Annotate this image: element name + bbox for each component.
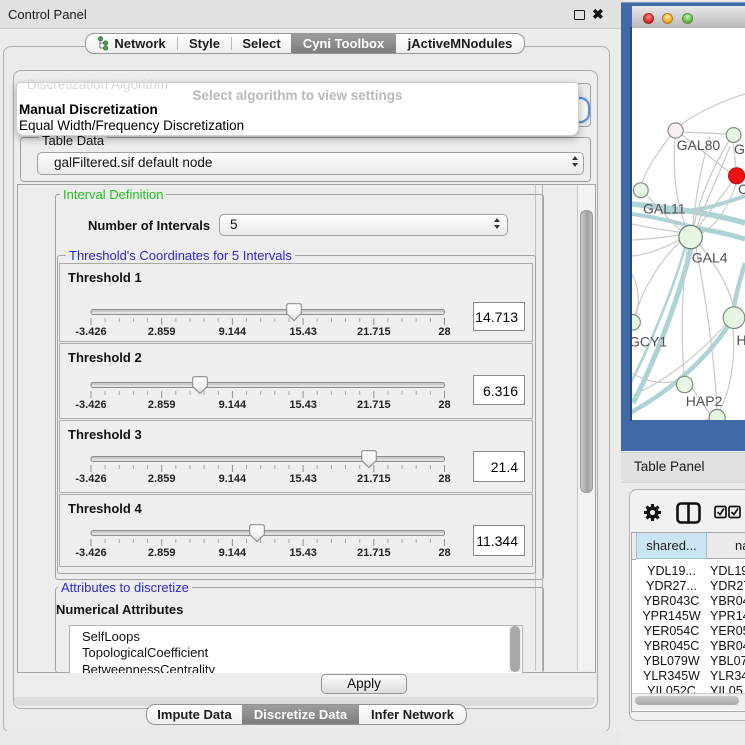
- svg-text:21.715: 21.715: [357, 326, 391, 338]
- svg-text:C: C: [738, 181, 745, 197]
- svg-text:-3.426: -3.426: [75, 547, 106, 559]
- svg-text:28: 28: [438, 473, 450, 485]
- svg-text:9.144: 9.144: [219, 399, 247, 411]
- svg-text:H: H: [737, 332, 745, 348]
- svg-text:28: 28: [438, 326, 450, 338]
- svg-text:2.859: 2.859: [148, 326, 176, 338]
- svg-text:2.859: 2.859: [148, 547, 176, 559]
- svg-text:2.859: 2.859: [148, 399, 176, 411]
- svg-text:9.144: 9.144: [219, 473, 247, 485]
- svg-text:15.43: 15.43: [289, 399, 317, 411]
- svg-text:9.144: 9.144: [219, 326, 247, 338]
- svg-text:21.715: 21.715: [357, 399, 391, 411]
- svg-text:21.715: 21.715: [357, 473, 391, 485]
- svg-text:15.43: 15.43: [289, 547, 317, 559]
- svg-text:HAP2: HAP2: [686, 393, 723, 409]
- svg-text:15.43: 15.43: [289, 473, 317, 485]
- svg-text:-3.426: -3.426: [75, 399, 106, 411]
- svg-text:2.859: 2.859: [148, 473, 176, 485]
- svg-text:15.43: 15.43: [289, 326, 317, 338]
- svg-text:-3.426: -3.426: [75, 326, 106, 338]
- svg-text:28: 28: [438, 399, 450, 411]
- svg-text:21.715: 21.715: [357, 547, 391, 559]
- svg-text:28: 28: [438, 547, 450, 559]
- svg-text:9.144: 9.144: [219, 547, 247, 559]
- svg-text:GAL80: GAL80: [677, 137, 721, 153]
- svg-text:GAL11: GAL11: [643, 201, 686, 217]
- svg-text:-3.426: -3.426: [75, 473, 106, 485]
- svg-text:GCY1: GCY1: [632, 334, 667, 350]
- svg-text:G.: G.: [734, 141, 745, 157]
- svg-text:GAL4: GAL4: [692, 250, 728, 266]
